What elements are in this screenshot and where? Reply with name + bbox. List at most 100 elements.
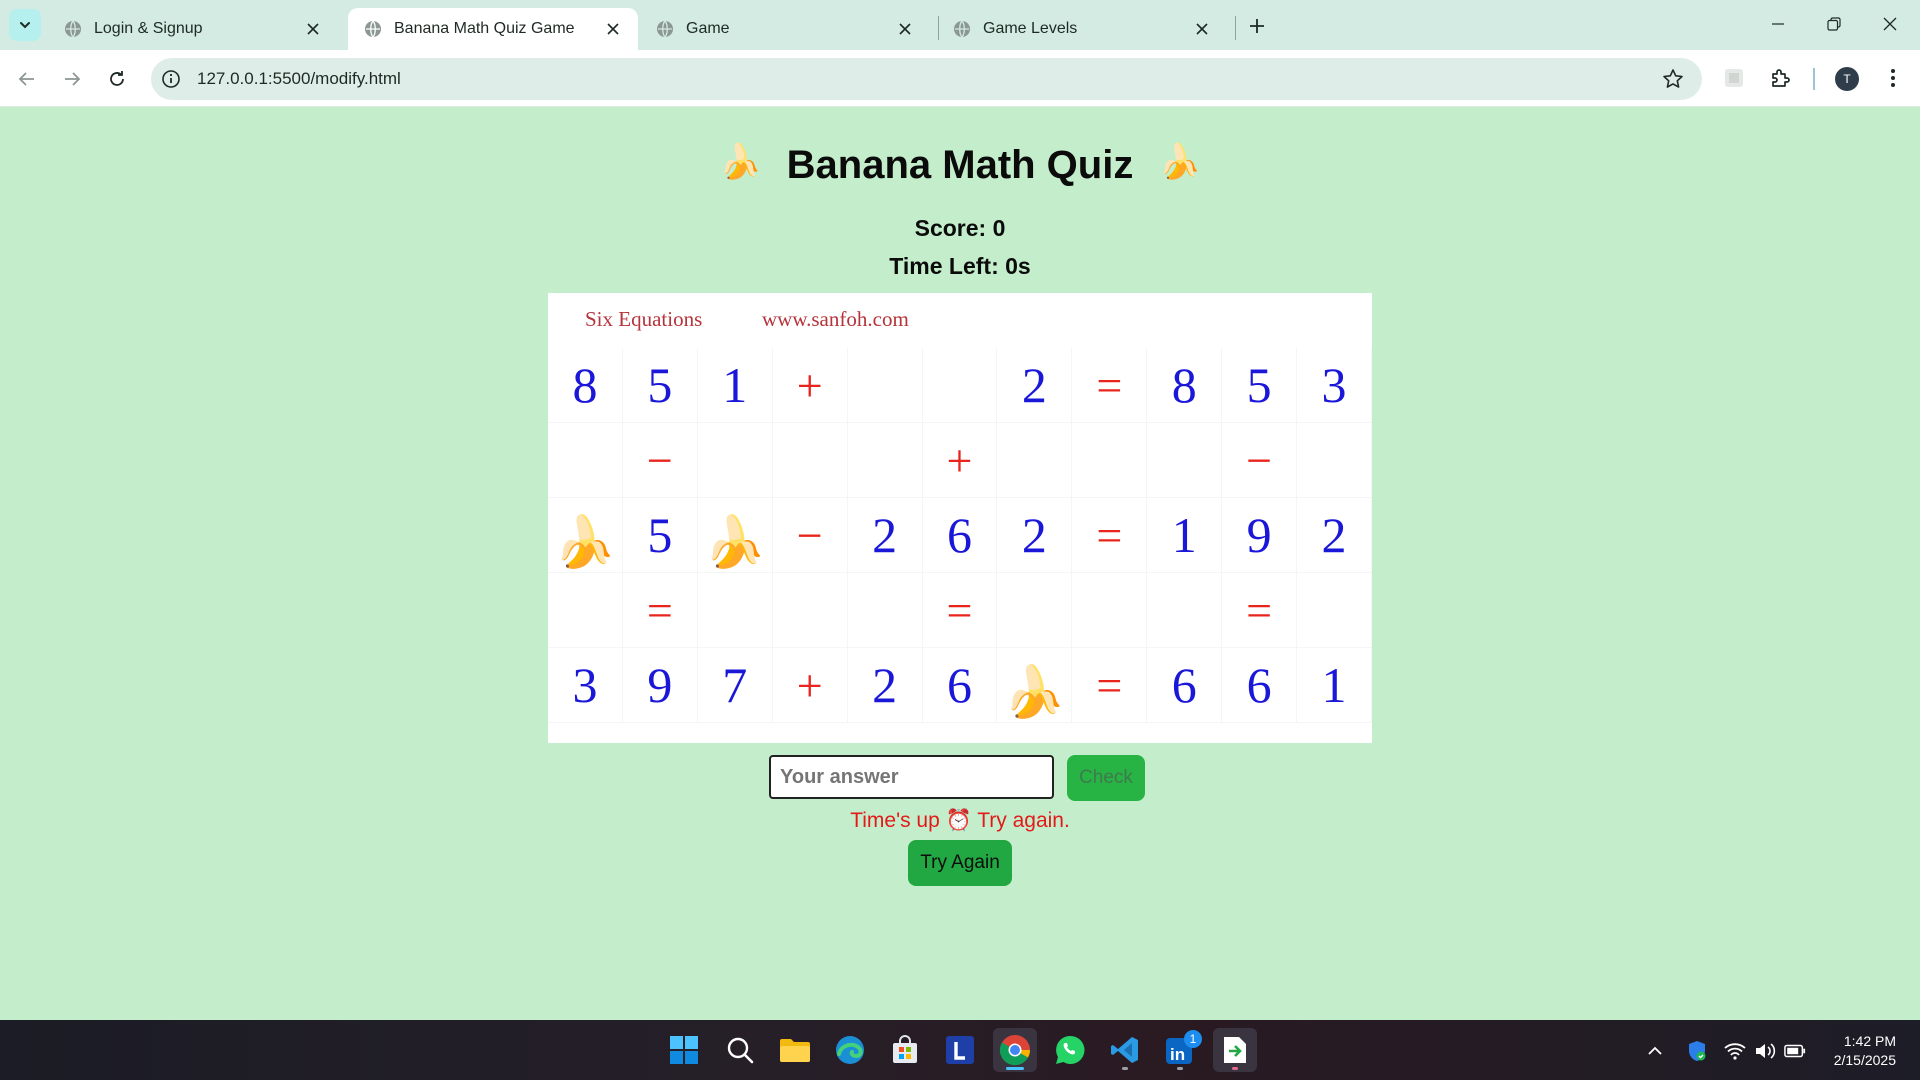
forward-button[interactable]	[56, 63, 88, 95]
digit-cell: 5	[1222, 348, 1298, 423]
tab-game[interactable]: Game	[640, 8, 930, 50]
whatsapp-button[interactable]	[1048, 1028, 1092, 1072]
volume-icon[interactable]	[1754, 1040, 1776, 1062]
status-message: Time's up ⏰ Try again.	[850, 809, 1070, 832]
chevron-down-icon	[20, 22, 30, 29]
page-title: 🍌 Banana Math Quiz 🍌	[0, 141, 1920, 188]
bookmark-star-icon[interactable]	[1662, 68, 1684, 90]
tab-separator	[1235, 16, 1236, 40]
answer-input[interactable]	[769, 755, 1054, 799]
chrome-icon	[999, 1035, 1030, 1066]
page-content: 🍌 Banana Math Quiz 🍌 Score: 0 Time Left:…	[0, 107, 1920, 1020]
close-icon[interactable]	[894, 18, 916, 40]
empty-cell	[997, 423, 1073, 498]
chevron-up-icon[interactable]	[1644, 1040, 1666, 1062]
taskbar-search-button[interactable]	[718, 1028, 762, 1072]
whatsapp-icon	[1056, 1035, 1085, 1064]
score-display: Score: 0	[914, 215, 1006, 241]
digit-cell: 8	[1147, 348, 1223, 423]
check-button[interactable]: Check	[1067, 755, 1145, 801]
puzzle-row: 3 9 7 +2 6 🍌 = 6 6 1	[548, 648, 1372, 723]
empty-cell	[548, 423, 623, 498]
time-left-display: Time Left: 0s	[889, 253, 1031, 279]
banana-unknown-cell: 🍌	[548, 498, 623, 573]
tab-banana-math-quiz[interactable]: Banana Math Quiz Game	[348, 8, 638, 50]
reload-icon	[110, 71, 124, 86]
globe-icon	[365, 20, 381, 38]
chrome-button[interactable]	[993, 1028, 1037, 1072]
more-menu-icon[interactable]	[1880, 65, 1906, 91]
tab-title: Game	[686, 20, 730, 37]
clock-time: 1:42 PM	[1843, 1033, 1896, 1049]
tab-title: Game Levels	[983, 20, 1078, 37]
browser-tabstrip: Login & Signup Banana Math Quiz Game Gam…	[0, 0, 1920, 50]
globe-icon	[657, 20, 673, 38]
back-button[interactable]	[11, 63, 43, 95]
operator-cell: =	[1072, 498, 1148, 573]
operator-cell: −	[1222, 423, 1298, 498]
system-clock[interactable]: 1:42 PM 2/15/2025	[1834, 1032, 1896, 1070]
minimize-button[interactable]	[1758, 8, 1798, 40]
clock-date: 2/15/2025	[1833, 1052, 1896, 1068]
operator-cell: −	[622, 423, 698, 498]
digit-cell: 6	[1147, 648, 1223, 723]
svg-text:in: in	[1170, 1045, 1185, 1064]
operator-cell: =	[1072, 648, 1148, 723]
profile-avatar[interactable]: T	[1835, 67, 1859, 91]
battery-icon[interactable]	[1784, 1040, 1806, 1062]
extensions-puzzle-icon[interactable]	[1768, 65, 1794, 91]
banana-unknown-cell: 🍌	[697, 498, 773, 573]
empty-cell	[1072, 573, 1148, 648]
tab-game-levels[interactable]: Game Levels	[937, 8, 1227, 50]
operator-cell: +	[922, 423, 998, 498]
info-icon[interactable]	[161, 69, 181, 89]
file-explorer-button[interactable]	[773, 1028, 817, 1072]
empty-cell	[1147, 573, 1223, 648]
digit-cell: 2	[847, 498, 923, 573]
url-text[interactable]: 127.0.0.1:5500/modify.html	[197, 69, 401, 89]
operator-cell: +	[772, 648, 848, 723]
minimize-icon	[1772, 23, 1784, 25]
puzzle-header-site: www.sanfoh.com	[762, 307, 909, 331]
globe-icon	[954, 20, 970, 38]
digit-cell: 2	[997, 348, 1073, 423]
active-indicator	[1006, 1067, 1024, 1070]
digit-cell: 5	[622, 348, 698, 423]
empty-cell	[548, 573, 623, 648]
l-app-button[interactable]	[938, 1028, 982, 1072]
file-app-button[interactable]	[1213, 1028, 1257, 1072]
windows-start-button[interactable]	[662, 1028, 706, 1072]
edge-browser-button[interactable]	[828, 1028, 872, 1072]
address-bar[interactable]: 127.0.0.1:5500/modify.html	[151, 58, 1702, 100]
operator-cell: =	[1072, 348, 1148, 423]
empty-cell	[1072, 423, 1148, 498]
tab-login-signup[interactable]: Login & Signup	[48, 8, 338, 50]
notification-badge: 1	[1184, 1030, 1202, 1048]
reload-button[interactable]	[101, 63, 133, 95]
digit-cell: 6	[922, 498, 998, 573]
close-icon[interactable]	[302, 18, 324, 40]
digit-cell: 6	[1222, 648, 1298, 723]
new-tab-button[interactable]	[1243, 12, 1271, 40]
linkedin-button[interactable]: in 1	[1158, 1028, 1202, 1072]
vscode-button[interactable]	[1103, 1028, 1147, 1072]
restore-button[interactable]	[1814, 8, 1854, 40]
arrow-left-icon	[18, 72, 34, 86]
page-title-text: Banana Math Quiz	[786, 142, 1134, 187]
window-close-button[interactable]	[1870, 8, 1910, 40]
empty-cell	[1147, 423, 1223, 498]
digit-cell: 2	[1297, 498, 1372, 573]
close-icon[interactable]	[602, 18, 624, 40]
edge-icon	[836, 1036, 864, 1064]
empty-cell	[772, 423, 848, 498]
arrow-right-icon	[65, 72, 81, 86]
security-shield-icon[interactable]	[1686, 1040, 1708, 1062]
try-again-button[interactable]: Try Again	[908, 840, 1012, 886]
extension-placeholder-icon[interactable]	[1721, 65, 1747, 91]
wifi-icon[interactable]	[1724, 1040, 1746, 1062]
puzzle-header-title: Six Equations	[585, 307, 703, 331]
close-icon[interactable]	[1191, 18, 1213, 40]
microsoft-store-button[interactable]	[883, 1028, 927, 1072]
tab-search-button[interactable]	[9, 9, 41, 41]
operator-cell: =	[622, 573, 698, 648]
